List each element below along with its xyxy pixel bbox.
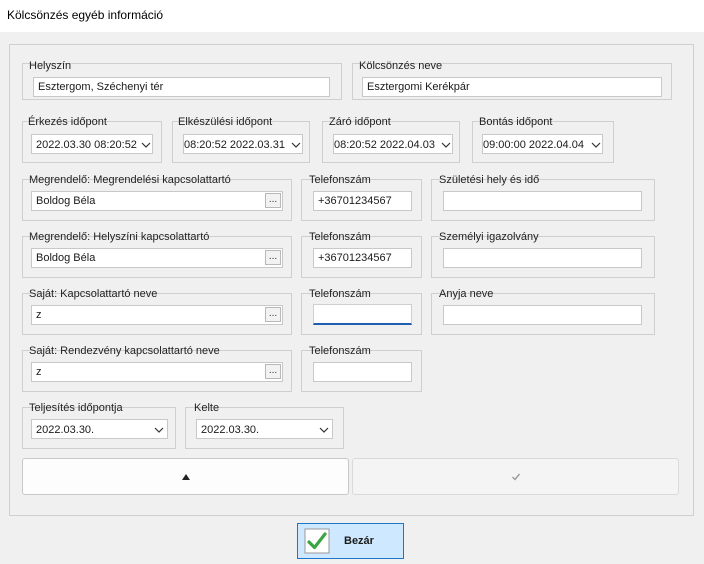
own-contact-label: Saját: Kapcsolattartó neve	[29, 288, 158, 300]
fulfillment-label: Teljesítés időpontja	[29, 402, 123, 414]
own-contact-lookup-button[interactable]: ...	[265, 307, 281, 322]
close-button-label: Bezár	[344, 535, 374, 547]
onsite-contact-lookup-button[interactable]: ...	[265, 250, 281, 265]
birth-input[interactable]	[443, 191, 642, 211]
closing-label: Záró időpont	[329, 116, 391, 128]
closing-select[interactable]: 2022.04.03 08:20:52	[333, 134, 453, 154]
chevron-down-icon	[319, 427, 329, 433]
event-phone-label: Telefonszám	[309, 345, 371, 357]
teardown-label: Bontás időpont	[479, 116, 553, 128]
check-icon	[512, 473, 521, 481]
teardown-select[interactable]: 2022.04.04 09:00:00	[482, 134, 603, 154]
own-phone-input[interactable]	[313, 304, 412, 325]
location-input[interactable]: Esztergom, Széchenyi tér	[33, 77, 330, 97]
id-card-input[interactable]	[443, 248, 642, 268]
issued-value: 2022.03.30.	[201, 424, 260, 436]
issued-select[interactable]: 2022.03.30.	[196, 419, 333, 439]
id-card-label: Személyi igazolvány	[439, 231, 539, 243]
ready-label: Elkészülési időpont	[178, 116, 273, 128]
onsite-phone-input[interactable]: +36701234567	[313, 248, 412, 268]
confirm-button[interactable]	[352, 458, 679, 495]
event-phone-input[interactable]	[313, 362, 412, 382]
ready-value: 2022.03.31 08:20:52	[184, 139, 285, 151]
own-contact-input[interactable]: z	[31, 305, 283, 325]
green-check-icon	[304, 528, 330, 554]
arrival-value: 2022.03.30 08:20:52	[36, 139, 137, 151]
window-title: Kölcsönzés egyéb információ	[7, 8, 164, 22]
rental-name-input[interactable]: Esztergomi Kerékpár	[362, 77, 662, 97]
mother-name-input[interactable]	[443, 305, 642, 325]
order-contact-label: Megrendelő: Megrendelési kapcsolattartó	[29, 174, 231, 186]
own-phone-label: Telefonszám	[309, 288, 371, 300]
event-contact-label: Saját: Rendezvény kapcsolattartó neve	[29, 345, 220, 357]
closing-value: 2022.04.03 08:20:52	[334, 139, 435, 151]
close-button[interactable]: Bezár	[297, 523, 404, 559]
ready-select[interactable]: 2022.03.31 08:20:52	[183, 134, 303, 154]
event-contact-input[interactable]: z	[31, 362, 283, 382]
onsite-phone-label: Telefonszám	[309, 231, 371, 243]
arrival-select[interactable]: 2022.03.30 08:20:52	[31, 134, 153, 154]
arrival-label: Érkezés időpont	[28, 116, 107, 128]
order-contact-lookup-button[interactable]: ...	[265, 193, 281, 208]
fulfillment-select[interactable]: 2022.03.30.	[31, 419, 168, 439]
rental-name-label: Kölcsönzés neve	[359, 60, 443, 72]
chevron-down-icon	[141, 142, 151, 148]
chevron-down-icon	[154, 427, 164, 433]
move-up-button[interactable]	[22, 458, 349, 495]
chevron-down-icon	[441, 142, 451, 148]
chevron-down-icon	[291, 142, 301, 148]
teardown-value: 2022.04.04 09:00:00	[483, 139, 584, 151]
onsite-contact-input[interactable]: Boldog Béla	[31, 248, 283, 268]
location-label: Helyszín	[29, 60, 72, 72]
triangle-up-icon	[182, 474, 190, 480]
event-contact-lookup-button[interactable]: ...	[265, 364, 281, 379]
onsite-contact-label: Megrendelő: Helyszíni kapcsolattartó	[29, 231, 210, 243]
birth-label: Születési hely és idő	[439, 174, 540, 186]
order-phone-label: Telefonszám	[309, 174, 371, 186]
fulfillment-value: 2022.03.30.	[36, 424, 95, 436]
order-phone-input[interactable]: +36701234567	[313, 191, 412, 211]
chevron-down-icon	[591, 142, 601, 148]
issued-label: Kelte	[194, 402, 220, 414]
order-contact-input[interactable]: Boldog Béla	[31, 191, 283, 211]
mother-name-label: Anyja neve	[439, 288, 494, 300]
